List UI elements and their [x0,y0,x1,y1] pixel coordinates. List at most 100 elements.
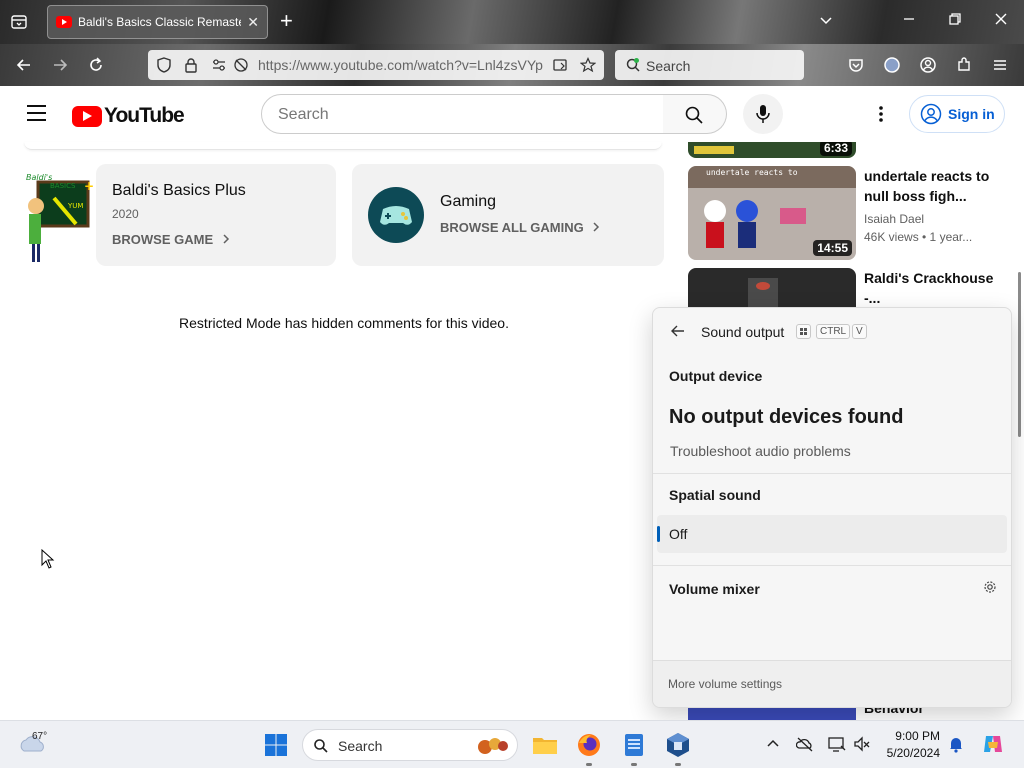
video-thumbnail: undertale reacts to 14:55 [688,166,856,260]
gaming-card[interactable]: Gaming BROWSE ALL GAMING [352,164,664,266]
video-meta: 46K views • 1 year... [864,230,973,244]
clock-time[interactable]: 9:00 PM [880,729,940,743]
browse-all-gaming-link[interactable]: BROWSE ALL GAMING [440,220,601,235]
volume-mixer-heading: Volume mixer [669,581,760,597]
voice-search-button[interactable] [743,94,783,134]
reload-icon[interactable] [87,56,105,74]
game-card[interactable]: Baldi's BASICS + YUM Baldi's Basics Plus… [24,164,336,266]
autoplay-blocked-icon[interactable] [233,57,249,73]
video-title[interactable]: undertale reacts to null boss figh... [864,166,994,206]
permissions-icon[interactable] [211,57,227,73]
running-indicator [631,763,637,766]
close-window-icon[interactable] [994,12,1008,29]
browser-tab-active[interactable]: Baldi's Basics Classic Remaster... ✕ [47,5,268,39]
firefox-icon[interactable] [575,731,603,759]
game-title: Baldi's Basics Plus [112,182,246,199]
restore-window-icon[interactable] [948,12,962,29]
virtualbox-icon[interactable] [664,731,692,759]
page-scrollbar-thumb[interactable] [1018,272,1021,437]
list-all-tabs-chevron-icon[interactable] [818,12,834,31]
video-thumbnail: 6:33 [688,142,856,158]
flyout-footer: More volume settings [653,660,1011,707]
taskbar-search-box[interactable]: Search [302,729,518,761]
video-duration: 6:33 [819,142,852,156]
description-box-bottom [24,142,662,150]
youtube-header: YouTube Search Sign in [0,86,1024,142]
show-hidden-icons-chevron-icon[interactable] [764,735,782,753]
more-volume-settings-link[interactable]: More volume settings [668,677,782,691]
reader-view-icon[interactable] [552,57,568,73]
sidebar-video-item[interactable]: undertale reacts to 14:55 undertale reac… [688,166,1008,260]
sidebar-video-item[interactable]: Raldi's Crackhouse -... [688,268,1008,308]
tab-close-icon[interactable]: ✕ [247,14,259,31]
minimize-window-icon[interactable] [902,12,916,29]
youtube-favicon-icon [56,16,72,28]
account-icon[interactable] [919,56,937,74]
windows-taskbar: 67° Search 9:00 PM 5/20/2024 [0,720,1024,768]
bookmark-star-icon[interactable] [579,57,597,73]
onedrive-offline-icon[interactable] [795,735,814,753]
network-icon[interactable] [828,735,846,753]
selected-indicator [657,526,660,542]
thumbnail-caption: undertale reacts to [706,168,798,177]
browser-search-box[interactable]: Search [615,50,804,80]
address-bar[interactable]: https://www.youtube.com/watch?v=Lnl4zsVY… [148,50,604,80]
gear-icon[interactable] [983,580,997,594]
extensions-puzzle-icon[interactable] [955,56,973,74]
menu-hamburger-icon[interactable] [991,56,1009,74]
gaming-title: Gaming [440,193,497,210]
browse-game-label: BROWSE GAME [112,232,214,247]
shield-icon[interactable] [156,57,172,73]
sign-in-button[interactable]: Sign in [909,95,1005,133]
flyout-title: Sound output [701,324,785,340]
youtube-play-logo-icon [72,105,102,127]
copilot-icon[interactable] [981,732,1005,756]
video-duration: 14:55 [813,240,852,256]
spatial-sound-value: Off [669,526,688,542]
svg-text:+: + [84,179,94,193]
back-arrow-icon[interactable] [15,56,33,74]
running-indicator [675,763,681,766]
youtube-logo[interactable]: YouTube [72,104,185,128]
extension-badge-icon[interactable] [883,56,901,74]
windows-start-icon[interactable] [264,733,288,757]
svg-text:Baldi's: Baldi's [26,173,52,182]
back-arrow-icon[interactable] [670,323,686,339]
youtube-search-placeholder: Search [278,106,329,123]
windows-key-icon [796,324,811,339]
shortcut-v-key: V [852,324,867,339]
gaming-controller-icon [368,187,424,243]
forward-arrow-icon[interactable] [51,56,69,74]
notepad-icon[interactable] [620,731,648,759]
lock-icon[interactable] [183,57,199,73]
browser-search-placeholder: Search [646,58,691,74]
pocket-icon[interactable] [847,56,865,74]
spatial-sound-option-off[interactable]: Off [657,515,1007,553]
sidebar-video-item[interactable]: 6:33 [688,142,1008,158]
browse-game-link[interactable]: BROWSE GAME [112,232,231,247]
weather-temperature: 67° [32,731,48,742]
svg-text:YUM: YUM [67,202,83,210]
new-tab-button[interactable]: + [280,10,293,32]
sidebar-video-item[interactable]: Behavior [688,700,1008,720]
microphone-icon [756,105,770,123]
svg-text:BASICS: BASICS [50,182,76,190]
guide-menu-icon[interactable] [27,105,46,121]
more-options-vertical-icon[interactable] [873,104,889,124]
search-engine-icon [625,57,641,73]
youtube-search-button[interactable] [663,94,727,134]
tab-list-icon[interactable] [10,13,28,31]
video-channel[interactable]: Isaiah Dael [864,212,924,226]
url-text[interactable]: https://www.youtube.com/watch?v=Lnl4zsVY… [258,57,548,73]
taskbar-search-label: Search [338,738,383,754]
search-icon [685,106,703,124]
troubleshoot-audio-link[interactable]: Troubleshoot audio problems [670,443,851,459]
clock-date[interactable]: 5/20/2024 [858,746,940,760]
notification-bell-icon[interactable] [947,735,965,753]
search-icon [314,739,328,753]
youtube-search-input[interactable]: Search [261,94,664,134]
chevron-right-icon [223,234,229,244]
output-device-heading: Output device [669,368,763,384]
file-explorer-icon[interactable] [531,731,559,759]
video-title[interactable]: Raldi's Crackhouse -... [864,268,994,308]
